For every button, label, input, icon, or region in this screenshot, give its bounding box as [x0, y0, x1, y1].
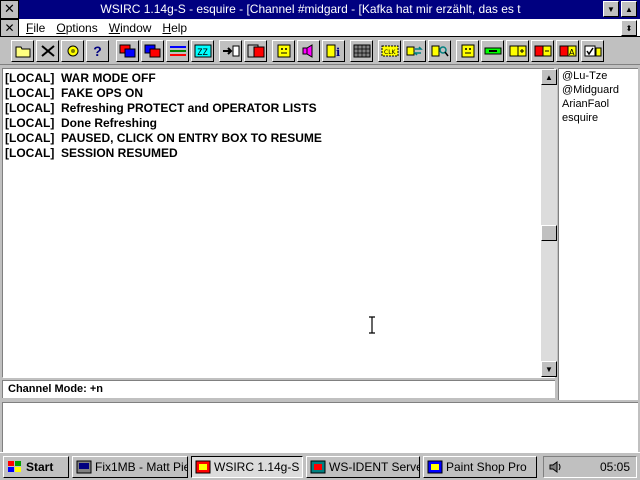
disconnect-icon[interactable]	[36, 40, 59, 62]
scroll-up-button[interactable]: ▲	[541, 69, 557, 85]
lines-icon[interactable]	[166, 40, 189, 62]
chat-message: [LOCAL] WAR MODE OFF	[5, 71, 156, 85]
svg-text:ZZ: ZZ	[197, 48, 208, 58]
chat-message: [LOCAL] Done Refreshing	[5, 116, 157, 130]
task-ws-ident[interactable]: WS-IDENT Server	[306, 456, 420, 478]
task-label: WSIRC 1.14g-S -...	[214, 460, 302, 474]
task-fix1mb[interactable]: Fix1MB - Matt Pie...	[72, 456, 188, 478]
chat-message: [LOCAL] PAUSED, CLICK ON ENTRY BOX TO RE…	[5, 131, 322, 145]
svg-text:CLK: CLK	[384, 49, 397, 56]
menu-options[interactable]: Options	[56, 21, 104, 35]
task-label: Fix1MB - Matt Pie...	[95, 460, 187, 474]
program-icon	[76, 460, 92, 474]
kick-icon[interactable]: A	[556, 40, 579, 62]
chat-window[interactable]: [LOCAL] WAR MODE OFF [LOCAL] FAKE OPS ON…	[2, 68, 557, 378]
maximize-button[interactable]: ▲	[621, 1, 637, 17]
chat-message: [LOCAL] SESSION RESUMED	[5, 146, 178, 160]
title-bar: ✕ WSIRC 1.14g-S - esquire - [Channel #mi…	[0, 0, 640, 19]
scroll-down-button[interactable]: ▼	[541, 361, 557, 377]
menu-window[interactable]: Window	[109, 21, 159, 35]
text-cursor-icon	[369, 316, 375, 334]
task-label: Paint Shop Pro	[446, 460, 527, 474]
clock-icon[interactable]: CLK	[378, 40, 401, 62]
color-setup-icon[interactable]	[116, 40, 139, 62]
nick-item[interactable]: @Midguard	[562, 84, 619, 96]
message-entry-box[interactable]	[2, 402, 638, 452]
channel-mode-text: Channel Mode: +n	[8, 383, 104, 395]
menu-help[interactable]: Help	[162, 21, 194, 35]
info-icon[interactable]: i	[322, 40, 345, 62]
save-icon[interactable]	[244, 40, 267, 62]
wsirc-icon	[195, 460, 211, 474]
grid-icon[interactable]	[350, 40, 373, 62]
task-paint-shop-pro[interactable]: Paint Shop Pro	[423, 456, 537, 478]
zz-icon[interactable]: ZZ	[191, 40, 214, 62]
chat-scrollbar[interactable]: ▲ ▼	[541, 69, 557, 377]
refresh-icon[interactable]	[403, 40, 426, 62]
users-icon[interactable]	[456, 40, 479, 62]
help-question-icon[interactable]: ?	[86, 40, 109, 62]
plus-op-icon[interactable]	[506, 40, 529, 62]
window-title: WSIRC 1.14g-S - esquire - [Channel #midg…	[100, 2, 521, 16]
svg-text:i: i	[336, 46, 340, 58]
system-tray: 05:05	[543, 456, 637, 478]
check-icon[interactable]	[581, 40, 604, 62]
nick-item[interactable]: esquire	[562, 112, 598, 124]
start-button[interactable]: Start	[3, 456, 69, 478]
scroll-thumb[interactable]	[541, 225, 557, 241]
channel-mode-bar: Channel Mode: +n	[2, 380, 555, 398]
volume-icon[interactable]	[548, 460, 564, 474]
minimize-button[interactable]: ▼	[603, 1, 619, 17]
start-label: Start	[26, 460, 54, 474]
nick-item[interactable]: @Lu-Tze	[562, 70, 607, 82]
send-file-icon[interactable]	[219, 40, 242, 62]
chat-message: [LOCAL] Refreshing PROTECT and OPERATOR …	[5, 101, 317, 115]
svg-text:A: A	[569, 48, 575, 57]
open-folder-icon[interactable]	[11, 40, 34, 62]
paint-shop-pro-icon	[427, 460, 443, 474]
face-icon[interactable]	[272, 40, 295, 62]
search-icon[interactable]	[428, 40, 451, 62]
windows-logo-icon	[8, 461, 21, 472]
speaker-icon[interactable]	[297, 40, 320, 62]
nick-item[interactable]: ArianFaol	[562, 98, 609, 110]
menu-file[interactable]: File	[26, 21, 52, 35]
minus-op-icon[interactable]	[531, 40, 554, 62]
clock: 05:05	[599, 460, 630, 474]
task-wsirc[interactable]: WSIRC 1.14g-S -...	[191, 456, 303, 478]
document-close-button[interactable]: ✕	[0, 19, 19, 37]
color-setup-2-icon[interactable]	[141, 40, 164, 62]
settings-gear-icon[interactable]	[61, 40, 84, 62]
minus-icon[interactable]	[481, 40, 504, 62]
document-restore-button[interactable]: ⬍	[621, 20, 637, 36]
nick-list[interactable]: @Lu-Tze @Midguard ArianFaol esquire	[558, 68, 638, 400]
ws-ident-icon	[310, 460, 326, 474]
taskbar: Start Fix1MB - Matt Pie... WSIRC 1.14g-S…	[0, 452, 640, 480]
chat-messages: [LOCAL] WAR MODE OFF [LOCAL] FAKE OPS ON…	[5, 71, 535, 161]
chat-message: [LOCAL] FAKE OPS ON	[5, 86, 143, 100]
system-menu-button[interactable]: ✕	[0, 0, 19, 19]
menu-bar: ✕ File Options Window Help ⬍	[0, 19, 640, 37]
toolbar: ? ZZ i CLK A	[0, 38, 640, 65]
task-label: WS-IDENT Server	[329, 460, 420, 474]
